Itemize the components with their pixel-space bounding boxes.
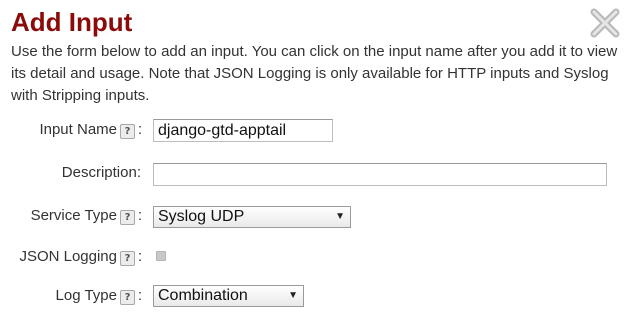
json-logging-checkbox[interactable] bbox=[156, 251, 166, 261]
log-type-value: Combination bbox=[158, 287, 248, 304]
log-type-label: Log Type bbox=[55, 287, 117, 304]
colon: : bbox=[138, 207, 143, 224]
service-type-value: Syslog UDP bbox=[158, 208, 245, 225]
service-type-row: Service Type ? : Syslog UDP ▼ bbox=[0, 204, 626, 228]
help-icon[interactable]: ? bbox=[120, 124, 135, 139]
description-field[interactable] bbox=[153, 163, 607, 186]
dialog-title: Add Input bbox=[11, 7, 133, 37]
help-icon[interactable]: ? bbox=[120, 290, 135, 305]
colon: : bbox=[138, 287, 143, 304]
close-x-icon bbox=[590, 8, 620, 38]
json-logging-row: JSON Logging ? : bbox=[0, 245, 626, 269]
intro-text: Use the form below to add an input. You … bbox=[11, 43, 618, 104]
close-button[interactable] bbox=[587, 5, 623, 41]
input-name-row: Input Name ? : bbox=[0, 118, 626, 142]
help-icon[interactable]: ? bbox=[120, 251, 135, 266]
log-type-select[interactable]: Combination ▼ bbox=[153, 285, 304, 307]
add-input-dialog: Add Input Use the form below to add an i… bbox=[0, 0, 626, 319]
input-name-field[interactable] bbox=[153, 119, 333, 142]
description-row: Description: bbox=[0, 161, 626, 186]
chevron-down-icon: ▼ bbox=[335, 211, 345, 222]
description-label: Description: bbox=[61, 164, 141, 181]
chevron-down-icon: ▼ bbox=[288, 290, 298, 301]
colon: : bbox=[138, 248, 143, 265]
service-type-label: Service Type bbox=[30, 207, 117, 224]
log-type-row: Log Type ? : Combination ▼ bbox=[0, 284, 626, 308]
colon: : bbox=[138, 121, 143, 138]
help-icon[interactable]: ? bbox=[120, 210, 135, 225]
input-name-label: Input Name bbox=[39, 121, 117, 138]
service-type-select[interactable]: Syslog UDP ▼ bbox=[153, 206, 351, 228]
json-logging-label: JSON Logging bbox=[19, 248, 117, 265]
